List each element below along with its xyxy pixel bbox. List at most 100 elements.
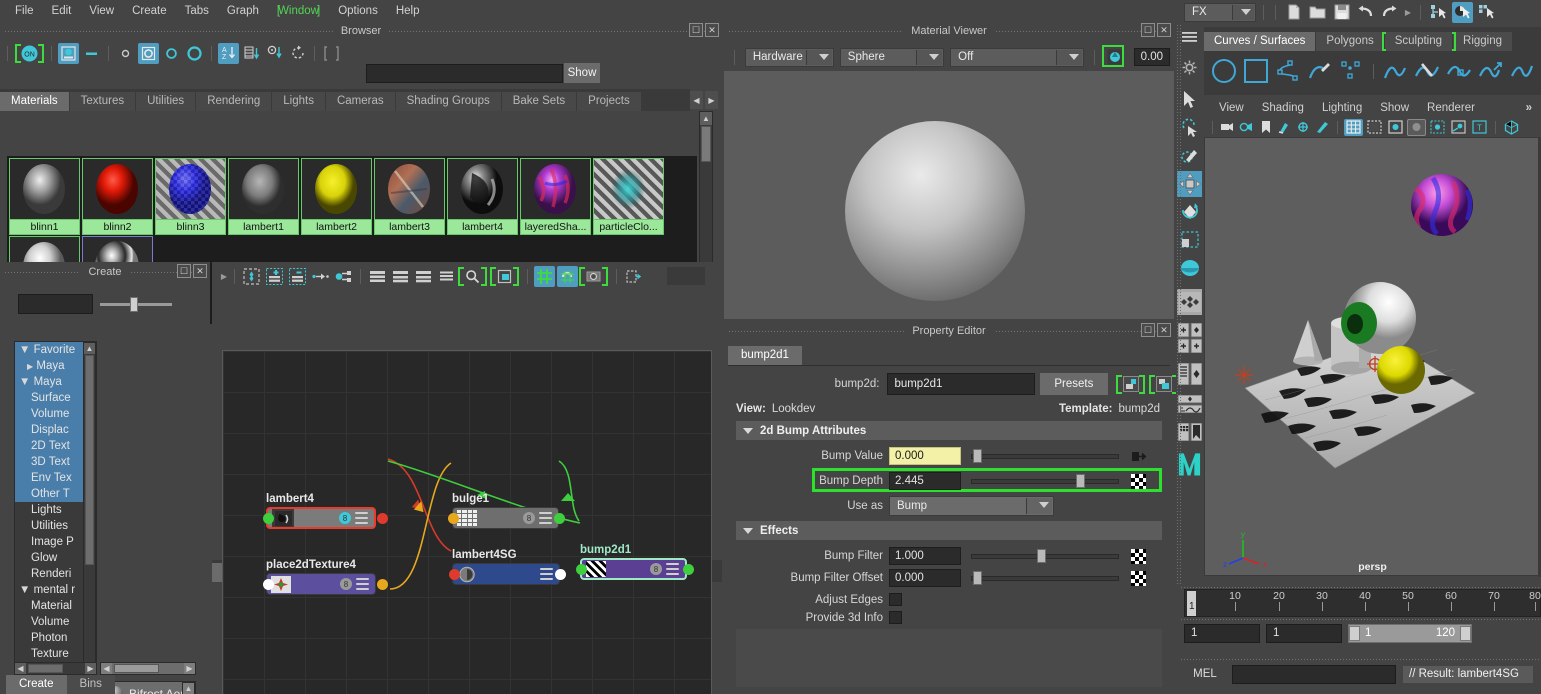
menu-help[interactable]: Help bbox=[387, 3, 429, 19]
viewport-menu-shading[interactable]: Shading bbox=[1253, 102, 1313, 114]
swatch-blinn2[interactable]: blinn2 bbox=[82, 158, 153, 235]
swatch-lambert3[interactable]: lambert3 bbox=[374, 158, 445, 235]
property-tab-bump2d1[interactable]: bump2d1 bbox=[728, 346, 802, 365]
bump-value-connect-icon[interactable] bbox=[1131, 450, 1147, 463]
node-menu-icon[interactable] bbox=[539, 512, 552, 524]
wireframe-shading-icon[interactable] bbox=[1344, 119, 1363, 136]
browser-tab-lights[interactable]: Lights bbox=[272, 92, 326, 111]
frame-selection-icon[interactable] bbox=[321, 43, 342, 64]
menu-set-dropdown[interactable]: FX bbox=[1184, 3, 1256, 22]
stroke-icon[interactable] bbox=[1314, 119, 1331, 136]
node-menu-icon[interactable] bbox=[666, 563, 679, 575]
perspective-viewport[interactable]: y x z persp bbox=[1204, 137, 1541, 576]
command-input[interactable] bbox=[1232, 665, 1396, 684]
menu-create[interactable]: Create bbox=[123, 3, 176, 19]
bump-filter-slider[interactable] bbox=[971, 547, 1119, 565]
textured-shading-icon[interactable] bbox=[1407, 119, 1426, 136]
swatch-size-small-icon[interactable] bbox=[115, 43, 136, 64]
refresh-icon[interactable] bbox=[287, 43, 308, 64]
connected-attr-view-icon[interactable] bbox=[390, 266, 411, 287]
shadows-icon[interactable] bbox=[1449, 119, 1468, 136]
create-restore-button[interactable]: ☐ bbox=[177, 264, 191, 278]
tab-scroll-left-icon[interactable]: ◀ bbox=[690, 91, 703, 109]
node-badge-icon[interactable]: 8 bbox=[650, 563, 662, 575]
remove-selected-nodes-icon[interactable] bbox=[287, 266, 308, 287]
renderer-dropdown[interactable]: Hardware bbox=[745, 48, 834, 67]
pencil-curve-tool-icon[interactable] bbox=[1305, 55, 1334, 87]
node-input-port-lambert4SG[interactable] bbox=[449, 569, 460, 580]
swatch-blinn3[interactable]: blinn3 bbox=[155, 158, 226, 235]
grid-snap-icon[interactable] bbox=[534, 266, 555, 287]
auto-layout-toggle[interactable] bbox=[583, 266, 604, 287]
bump-depth-slider[interactable] bbox=[971, 472, 1119, 490]
sort-by-time-icon[interactable] bbox=[264, 43, 285, 64]
viewport-menu-lighting[interactable]: Lighting bbox=[1313, 102, 1371, 114]
node-lambert4[interactable]: 8 bbox=[266, 507, 376, 529]
camera-attributes-icon[interactable] bbox=[1238, 119, 1255, 136]
nurbs-square-icon[interactable] bbox=[1242, 55, 1271, 87]
undo-icon[interactable] bbox=[1355, 2, 1376, 23]
range-grip-left[interactable] bbox=[1349, 626, 1360, 641]
browser-scrollbar[interactable]: ▲ ▼ bbox=[699, 111, 713, 279]
range-start-input[interactable]: 1 bbox=[1184, 624, 1260, 643]
bump-value-input[interactable]: 0.000 bbox=[889, 447, 961, 465]
geometry-dropdown[interactable]: Sphere bbox=[840, 48, 944, 67]
swatch-blinn1[interactable]: blinn1 bbox=[9, 158, 80, 235]
cv-curve-tool-icon[interactable] bbox=[1274, 55, 1303, 87]
full-attr-view-icon[interactable] bbox=[413, 266, 434, 287]
browser-tab-bake-sets[interactable]: Bake Sets bbox=[502, 92, 577, 111]
redo-icon[interactable] bbox=[1379, 2, 1400, 23]
command-language-label[interactable]: MEL bbox=[1184, 668, 1226, 680]
slider-thumb[interactable] bbox=[973, 449, 982, 463]
material-viewer-close-button[interactable]: ✕ bbox=[1157, 23, 1171, 37]
bump-filter-offset-slider[interactable] bbox=[971, 569, 1119, 587]
menu-options[interactable]: Options bbox=[329, 3, 387, 19]
material-viewer-render[interactable] bbox=[724, 71, 1174, 319]
new-scene-icon[interactable] bbox=[1283, 2, 1304, 23]
open-scene-icon[interactable] bbox=[1307, 2, 1328, 23]
swatch-size-xlarge-icon[interactable] bbox=[184, 43, 205, 64]
bump-filter-offset-map-icon[interactable] bbox=[1131, 571, 1146, 586]
provide-3d-info-checkbox[interactable] bbox=[889, 611, 902, 624]
collapse-icon[interactable] bbox=[81, 43, 102, 64]
node-menu-icon[interactable] bbox=[356, 578, 369, 590]
screenspace-aa-icon[interactable]: T bbox=[1470, 119, 1489, 136]
swatch-layeredShader[interactable]: layeredSha... bbox=[520, 158, 591, 235]
node-name-input[interactable]: bump2d1 bbox=[887, 373, 1034, 395]
node-bulge1[interactable]: 8 bbox=[452, 507, 559, 529]
shelf-tab-curves-surfaces[interactable]: Curves / Surfaces bbox=[1204, 32, 1316, 51]
node-badge-icon[interactable]: 8 bbox=[523, 512, 535, 524]
bump-depth-map-icon[interactable] bbox=[1131, 474, 1146, 489]
browser-show-button[interactable]: Show bbox=[564, 63, 600, 83]
search-icon[interactable] bbox=[462, 266, 483, 287]
create-size-slider-thumb[interactable] bbox=[130, 297, 138, 312]
bump-filter-input[interactable]: 1.000 bbox=[889, 547, 961, 565]
simple-node-view-icon[interactable] bbox=[367, 266, 388, 287]
shade-with-wireframe-icon[interactable] bbox=[1386, 119, 1405, 136]
viewer-value-field[interactable]: 0.00 bbox=[1134, 48, 1170, 66]
graph-input-output-icon[interactable] bbox=[310, 266, 331, 287]
save-scene-icon[interactable] bbox=[1331, 2, 1352, 23]
magnet-snap-icon[interactable] bbox=[557, 266, 578, 287]
render-swatches-toggle[interactable]: ON bbox=[19, 43, 40, 64]
pin-selection-toggle[interactable] bbox=[494, 266, 515, 287]
slider-thumb[interactable] bbox=[1037, 549, 1046, 563]
focus-toggle[interactable] bbox=[1120, 374, 1141, 395]
history-icon[interactable] bbox=[583, 266, 604, 287]
shelf-tab-rigging[interactable]: Rigging bbox=[1453, 32, 1513, 51]
swatch-particleCloud[interactable]: particleClo... bbox=[593, 158, 664, 235]
node-output-port-bulge1[interactable] bbox=[554, 513, 565, 524]
toggle-attr-editor-icon[interactable] bbox=[623, 266, 644, 287]
scroll-up-icon[interactable]: ▲ bbox=[84, 343, 95, 354]
slider-thumb[interactable] bbox=[973, 571, 982, 585]
curve-more-icon[interactable] bbox=[1508, 55, 1535, 87]
node-editor-extra-field[interactable] bbox=[667, 267, 705, 285]
paint-effects-icon[interactable] bbox=[1276, 119, 1293, 136]
copy-tab-toggle[interactable] bbox=[1153, 374, 1174, 395]
node-menu-icon[interactable] bbox=[540, 568, 553, 580]
menu-file[interactable]: File bbox=[6, 3, 43, 19]
browser-search-input[interactable] bbox=[366, 64, 563, 83]
node-bump2d1[interactable]: 8 bbox=[580, 558, 687, 580]
select-camera-icon[interactable] bbox=[1219, 119, 1236, 136]
node-menu-icon[interactable] bbox=[355, 512, 368, 524]
